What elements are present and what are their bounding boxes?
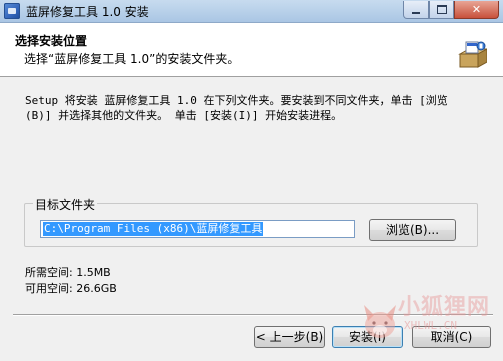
header-panel: 选择安装位置 选择“蓝屏修复工具 1.0”的安装文件夹。 (0, 23, 503, 77)
install-path-value: C:\Program Files (x86)\蓝屏修复工具 (43, 222, 264, 236)
minimize-icon (412, 11, 420, 14)
installer-box-icon (458, 41, 487, 68)
footer-divider (13, 314, 493, 316)
disk-space-info: 所需空间: 1.5MB 可用空间: 26.6GB (25, 265, 117, 297)
destination-folder-label: 目标文件夹 (33, 196, 98, 213)
title-bar[interactable]: 蓝屏修复工具 1.0 安装 ✕ (0, 0, 503, 23)
window-title: 蓝屏修复工具 1.0 安装 (26, 5, 149, 19)
watermark: 小狐狸网 XHLWL.CN (360, 285, 503, 361)
space-available: 可用空间: 26.6GB (25, 282, 117, 295)
back-button[interactable]: < 上一步(B) (254, 326, 325, 348)
watermark-text: 小狐狸网 (398, 295, 491, 320)
install-button[interactable]: 安装(I) (332, 326, 403, 348)
maximize-icon (436, 5, 447, 14)
install-description: Setup 将安装 蓝屏修复工具 1.0 在下列文件夹。要安装到不同文件夹，单击… (25, 93, 480, 123)
installer-app-icon (4, 3, 20, 19)
installer-window: 蓝屏修复工具 1.0 安装 ✕ 选择安装位置 选择“蓝屏修复工具 1.0”的安装… (0, 0, 503, 361)
description-line-2: (B)] 并选择其他的文件夹。 单击 [安装(I)] 开始安装进程。 (25, 109, 343, 122)
page-title: 选择安装位置 (15, 34, 88, 48)
space-required: 所需空间: 1.5MB (25, 266, 111, 279)
cancel-button[interactable]: 取消(C) (412, 326, 491, 348)
minimize-button[interactable] (403, 1, 429, 19)
page-subtitle: 选择“蓝屏修复工具 1.0”的安装文件夹。 (24, 52, 240, 66)
close-icon: ✕ (471, 3, 482, 16)
maximize-button[interactable] (429, 1, 454, 19)
close-button[interactable]: ✕ (454, 1, 499, 19)
description-line-1: Setup 将安装 蓝屏修复工具 1.0 在下列文件夹。要安装到不同文件夹，单击… (25, 94, 448, 107)
browse-button[interactable]: 浏览(B)... (369, 219, 456, 241)
install-path-input[interactable]: C:\Program Files (x86)\蓝屏修复工具 (40, 220, 355, 238)
